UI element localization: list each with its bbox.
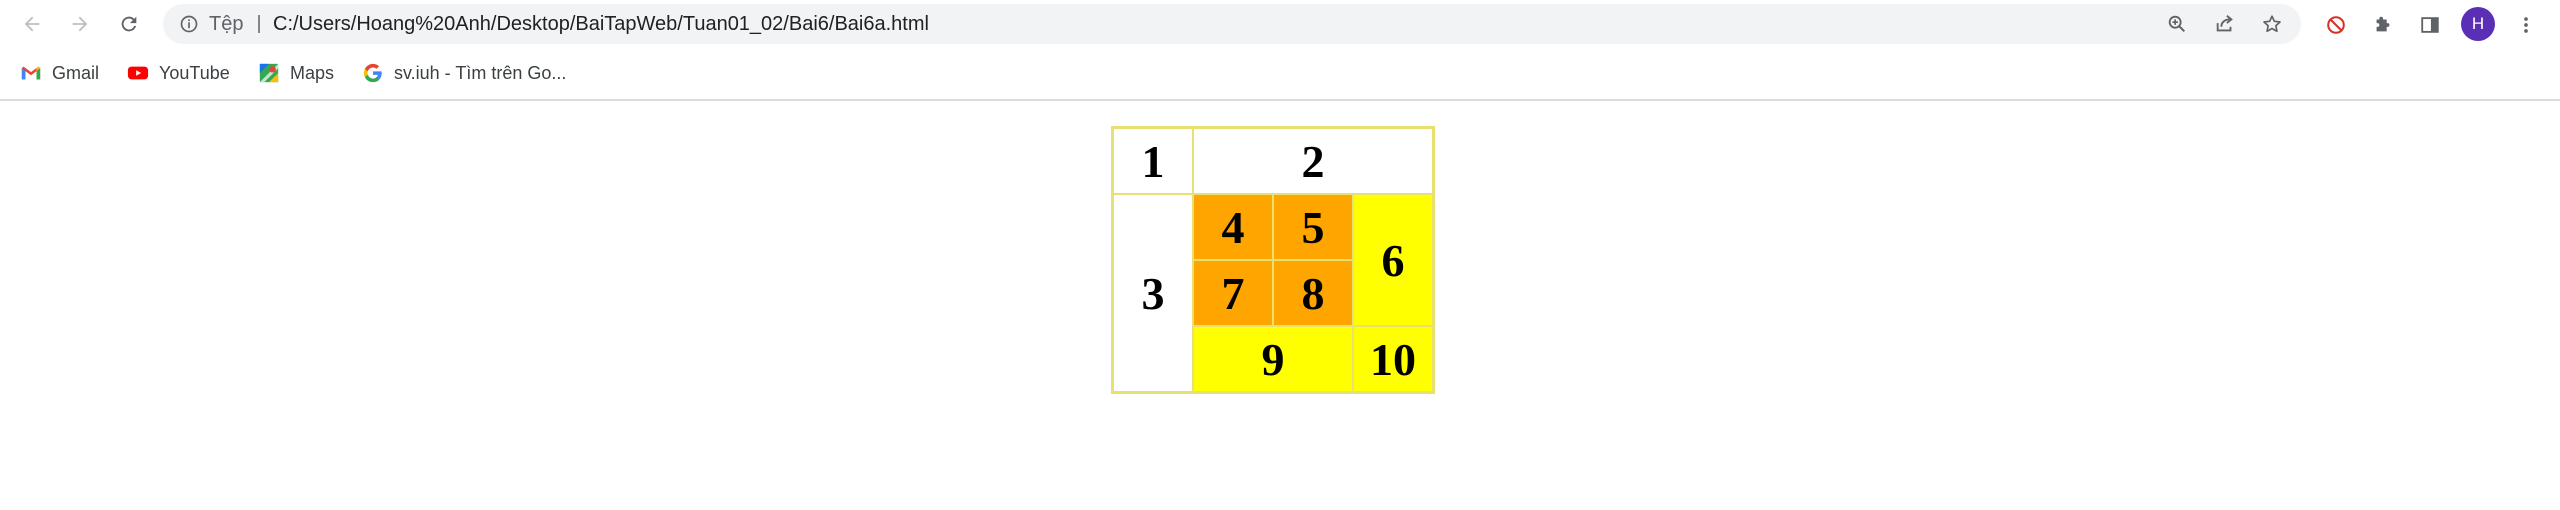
cell-10: 10 — [1353, 326, 1433, 392]
menu-button[interactable] — [2512, 11, 2540, 39]
bookmark-label: YouTube — [159, 62, 230, 83]
cell-4: 4 — [1193, 194, 1273, 260]
cell-3: 3 — [1113, 194, 1193, 392]
cell-9: 9 — [1193, 326, 1353, 392]
zoom-button[interactable] — [2164, 11, 2190, 37]
reload-button[interactable] — [111, 6, 147, 42]
cell-8: 8 — [1273, 260, 1353, 326]
back-button[interactable] — [14, 6, 50, 42]
scheme-divider — [258, 15, 260, 33]
share-icon — [2216, 15, 2233, 32]
bookmark-sv-iuh[interactable]: sv.iuh - Tìm trên Go... — [362, 59, 566, 87]
bookmark-label: sv.iuh - Tìm trên Go... — [394, 62, 567, 83]
arrow-right-icon — [72, 16, 88, 32]
google-icon — [362, 62, 384, 84]
file-scheme-label: Tệp — [209, 13, 244, 35]
bookmark-gmail[interactable]: Gmail — [20, 59, 99, 87]
number-layout-table: 1 2 3 4 5 6 7 8 9 10 — [1111, 126, 1435, 394]
share-button[interactable] — [2212, 11, 2238, 37]
url-text[interactable]: C:/Users/Hoang%20Anh/Desktop/BaiTapWeb/T… — [273, 4, 929, 44]
bookmark-star-button[interactable] — [2259, 11, 2285, 37]
blocked-icon — [2327, 16, 2345, 34]
address-bar[interactable]: Tệp C:/Users/Hoang%20Anh/Desktop/BaiTapW… — [163, 4, 2301, 44]
bookmark-label: Gmail — [52, 62, 100, 83]
browser-toolbar: Tệp C:/Users/Hoang%20Anh/Desktop/BaiTapW… — [0, 0, 2560, 49]
arrow-left-icon — [24, 16, 40, 32]
kebab-menu-icon — [2524, 17, 2528, 33]
star-icon — [2263, 15, 2281, 33]
blocked-extension-button[interactable] — [2322, 11, 2350, 39]
puzzle-icon — [2376, 16, 2390, 32]
cell-2: 2 — [1193, 128, 1433, 194]
bookmark-label: Maps — [290, 62, 335, 83]
youtube-icon — [127, 62, 149, 84]
cell-7: 7 — [1193, 260, 1273, 326]
info-icon[interactable] — [179, 14, 199, 34]
maps-icon — [258, 62, 280, 84]
page-content: 1 2 3 4 5 6 7 8 9 10 — [0, 101, 2560, 510]
reload-icon — [121, 16, 137, 32]
profile-avatar[interactable]: H — [2461, 7, 2495, 41]
cell-1: 1 — [1113, 128, 1193, 194]
bookmark-maps[interactable]: Maps — [258, 59, 334, 87]
zoom-in-icon — [2168, 15, 2186, 33]
bookmarks-bar: Gmail YouTube Maps sv.iuh - Tìm trên Go.… — [0, 49, 2560, 101]
forward-button[interactable] — [62, 6, 98, 42]
extensions-button[interactable] — [2369, 11, 2397, 39]
bookmark-youtube[interactable]: YouTube — [127, 59, 230, 87]
side-panel-button[interactable] — [2416, 11, 2444, 39]
cell-6: 6 — [1353, 194, 1433, 326]
cell-5: 5 — [1273, 194, 1353, 260]
side-panel-icon — [2421, 17, 2439, 33]
gmail-icon — [20, 62, 42, 84]
